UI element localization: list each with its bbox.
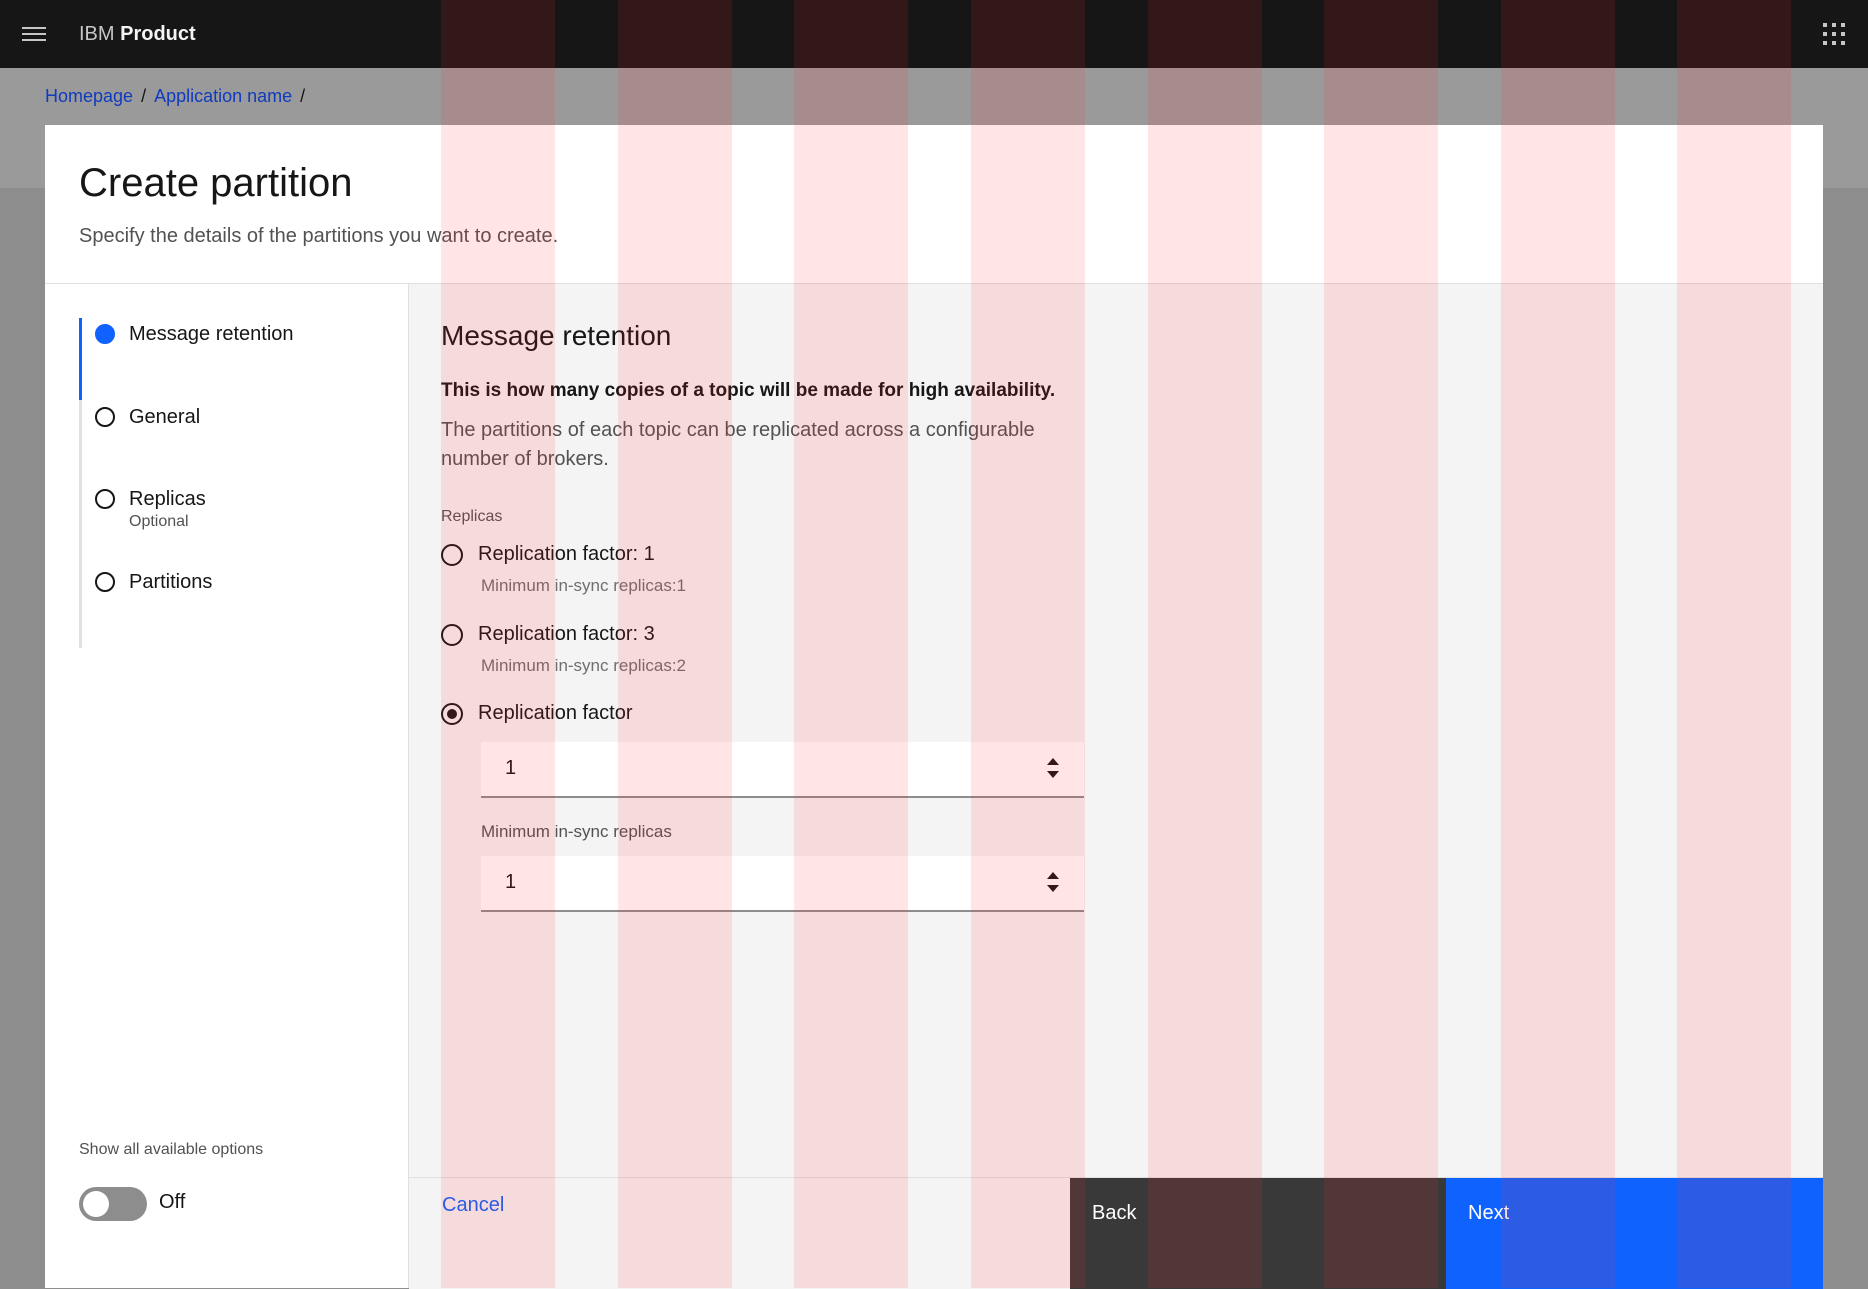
breadcrumb-separator: /: [300, 86, 306, 106]
step-replicas[interactable]: Replicas Optional: [95, 486, 206, 532]
radio-label: Replication factor: 1: [478, 543, 655, 565]
step-partitions[interactable]: Partitions: [95, 569, 212, 595]
radio-circle-checked: [441, 702, 463, 725]
step-incomplete-icon: [95, 489, 115, 509]
create-partition-modal: Create partition Specify the details of …: [45, 125, 1823, 1289]
modal-title: Create partition: [79, 161, 353, 205]
input-value: 1: [505, 871, 517, 893]
breadcrumb-application[interactable]: Application name: [154, 86, 292, 107]
min-replicas-input[interactable]: 1: [481, 856, 1084, 912]
progress-sidebar: Message retention General Replicas Optio…: [45, 284, 409, 1288]
step-label: Replicas: [129, 488, 206, 510]
radio-helper-text: Minimum in-sync replicas:2: [481, 656, 686, 675]
toggle-state-text: Off: [159, 1191, 186, 1213]
radio-replication-factor-3[interactable]: Replication factor: 3: [441, 623, 655, 646]
product-name[interactable]: IBM Product: [79, 23, 196, 46]
radio-helper-text: Minimum in-sync replicas:1: [481, 576, 686, 595]
input-value: 1: [505, 757, 517, 779]
product-title: Product: [120, 22, 196, 45]
step-current-icon: [95, 324, 115, 344]
show-options-toggle[interactable]: [79, 1187, 147, 1221]
step-incomplete-icon: [95, 572, 115, 592]
modal-subtitle: Specify the details of the partitions yo…: [79, 225, 559, 247]
step-general[interactable]: General: [95, 404, 200, 430]
cancel-button[interactable]: Cancel: [442, 1194, 504, 1217]
breadcrumb: Homepage / Application name /: [45, 86, 305, 107]
radio-replication-factor-1[interactable]: Replication factor: 1: [441, 543, 655, 566]
menu-icon[interactable]: [0, 0, 68, 68]
step-incomplete-icon: [95, 407, 115, 427]
modal-header: Create partition Specify the details of …: [45, 125, 1823, 284]
step-label: Partitions: [129, 571, 213, 593]
min-replicas-label: Minimum in-sync replicas: [481, 822, 672, 841]
section-emphasis: This is how many copies of a topic will …: [441, 380, 1056, 401]
toggle-label: Show all available options: [79, 1141, 264, 1158]
radio-label: Replication factor: 3: [478, 623, 655, 645]
progress-track: [79, 318, 82, 648]
replication-factor-input[interactable]: 1: [481, 742, 1084, 798]
replicas-group-label: Replicas: [441, 508, 503, 525]
radio-circle: [441, 623, 463, 646]
section-description: The partitions of each topic can be repl…: [441, 419, 1035, 470]
next-button[interactable]: Next: [1446, 1178, 1823, 1289]
radio-label: Replication factor: [478, 702, 633, 724]
progress-track-active: [79, 318, 82, 400]
back-button[interactable]: Back: [1070, 1178, 1446, 1289]
step-message-retention[interactable]: Message retention: [95, 321, 294, 347]
step-content: Message retention This is how many copie…: [409, 284, 1823, 1177]
stepper-arrows-icon[interactable]: [1046, 756, 1060, 780]
step-label: Message retention: [129, 323, 294, 345]
step-optional-label: Optional: [129, 513, 189, 530]
radio-circle: [441, 543, 463, 566]
modal-footer: Cancel Back Next: [409, 1177, 1823, 1289]
toggle-knob: [83, 1191, 109, 1217]
stepper-arrows-icon[interactable]: [1046, 870, 1060, 894]
step-label: General: [129, 406, 201, 428]
breadcrumb-homepage[interactable]: Homepage: [45, 86, 133, 107]
section-title: Message retention: [441, 320, 672, 351]
breadcrumb-separator: /: [141, 86, 147, 106]
app-switcher-icon[interactable]: [1800, 0, 1868, 68]
radio-replication-factor-custom[interactable]: Replication factor: [441, 702, 633, 725]
product-prefix: IBM: [79, 22, 115, 45]
shell-header: IBM Product: [0, 0, 1868, 68]
